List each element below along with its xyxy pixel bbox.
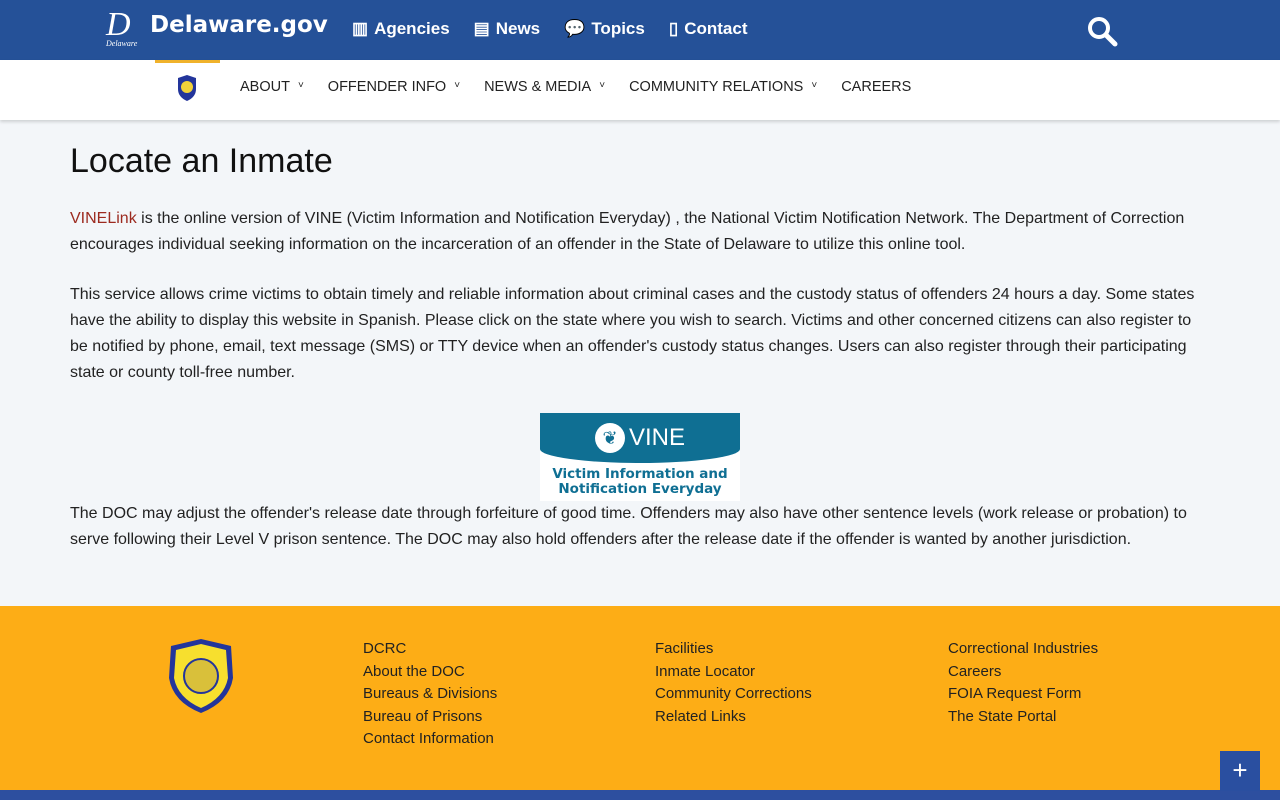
footer-link[interactable]: About the DOC	[363, 661, 497, 684]
bottom-strip	[0, 790, 1280, 800]
doc-badge-icon[interactable]	[176, 75, 198, 101]
main-content: Locate an Inmate VINELink is the online …	[0, 142, 1280, 553]
top-bar: D Delaware Delaware.gov ▥ Agencies ▤ News 💬…	[0, 0, 1280, 60]
footer-col-1: DCRC About the DOC Bureaus & Divisions B…	[363, 638, 497, 751]
menu-community-relations[interactable]: COMMUNITY RELATIONS ˅	[629, 79, 817, 95]
search-button[interactable]	[1086, 15, 1118, 52]
nav-contact[interactable]: ▯ Contact	[669, 19, 748, 39]
page-title: Locate an Inmate	[70, 142, 333, 180]
sub-nav: ABOUT ˅ OFFENDER INFO ˅ NEWS & MEDIA ˅ COMM…	[0, 60, 1280, 120]
footer-link[interactable]: Community Corrections	[655, 683, 812, 706]
chat-icon: 💬	[564, 19, 586, 38]
release-paragraph: The DOC may adjust the offender's releas…	[70, 505, 1187, 548]
intro-paragraph: VINELink is the online version of VINE (…	[70, 210, 1185, 253]
top-nav: ▥ Agencies ▤ News 💬 Topics ▯ Contact	[352, 19, 747, 39]
menu-news-media[interactable]: NEWS & MEDIA ˅	[484, 79, 605, 95]
footer-link[interactable]: DCRC	[363, 638, 497, 661]
footer-link[interactable]: Correctional Industries	[948, 638, 1098, 661]
footer-col-3: Correctional Industries Careers FOIA Req…	[948, 638, 1098, 728]
newspaper-icon: ▤	[473, 19, 490, 38]
expand-button[interactable]: +	[1220, 751, 1260, 791]
sub-menu: ABOUT ˅ OFFENDER INFO ˅ NEWS & MEDIA ˅ COMM…	[240, 79, 911, 95]
menu-about[interactable]: ABOUT ˅	[240, 79, 304, 95]
vinelink-link[interactable]: VINELink	[70, 210, 137, 227]
footer-link[interactable]: Bureaus & Divisions	[363, 683, 497, 706]
chevron-down-icon: ˅	[599, 80, 606, 91]
doc-shield-logo	[169, 639, 233, 713]
footer-link[interactable]: Facilities	[655, 638, 812, 661]
building-icon: ▥	[352, 19, 369, 38]
footer-col-2: Facilities Inmate Locator Community Corr…	[655, 638, 812, 728]
footer-link[interactable]: Inmate Locator	[655, 661, 812, 684]
vine-leaf-icon: ❦	[594, 423, 625, 454]
mobile-icon: ▯	[668, 19, 679, 38]
logo-mark: D Delaware	[106, 6, 138, 48]
footer-link[interactable]: Contact Information	[363, 728, 497, 751]
chevron-down-icon: ˅	[454, 80, 461, 91]
nav-topics[interactable]: 💬 Topics	[564, 19, 645, 39]
footer-link[interactable]: Related Links	[655, 706, 812, 729]
menu-careers[interactable]: CAREERS	[841, 79, 911, 95]
footer: DCRC About the DOC Bureaus & Divisions B…	[0, 606, 1280, 790]
chevron-down-icon: ˅	[297, 80, 304, 91]
chevron-down-icon: ˅	[811, 80, 818, 91]
footer-link[interactable]: The State Portal	[948, 706, 1098, 729]
footer-link[interactable]: Bureau of Prisons	[363, 706, 497, 729]
service-paragraph: This service allows crime victims to obt…	[70, 286, 1195, 381]
nav-news[interactable]: ▤ News	[474, 19, 540, 39]
delaware-gov-logo[interactable]: D Delaware Delaware.gov	[106, 6, 328, 48]
site-name: Delaware.gov	[150, 12, 328, 38]
vine-logo[interactable]: ❦ VINE Victim Information and Notification…	[540, 413, 740, 502]
search-icon	[1088, 17, 1118, 47]
menu-offender-info[interactable]: OFFENDER INFO ˅	[328, 79, 460, 95]
footer-link[interactable]: Careers	[948, 661, 1098, 684]
footer-link[interactable]: FOIA Request Form	[948, 683, 1098, 706]
active-indicator	[155, 60, 220, 63]
nav-agencies[interactable]: ▥ Agencies	[352, 19, 450, 39]
